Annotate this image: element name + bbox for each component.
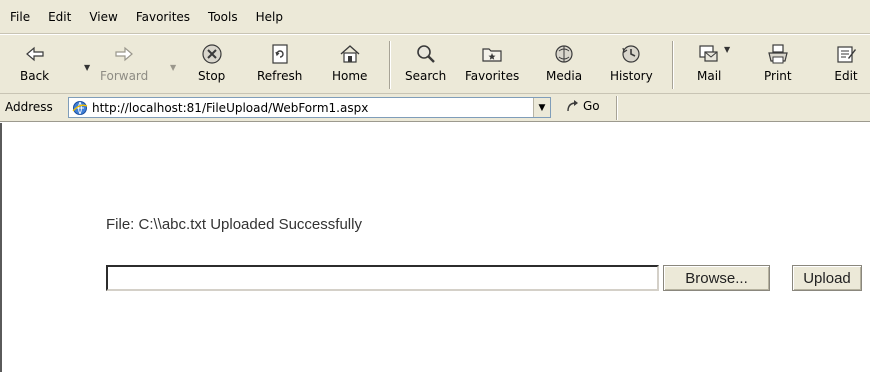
refresh-button[interactable]: Refresh (257, 38, 302, 92)
menu-favorites[interactable]: Favorites (136, 10, 190, 24)
go-button[interactable]: Go (565, 98, 600, 114)
menu-help[interactable]: Help (256, 10, 283, 24)
menu-view[interactable]: View (89, 10, 117, 24)
favorites-label: Favorites (465, 69, 520, 83)
mail-button[interactable]: Mail (697, 38, 721, 92)
home-label: Home (332, 69, 368, 83)
back-button[interactable]: Back (20, 38, 49, 92)
ie-page-icon (72, 100, 88, 115)
media-icon (555, 45, 573, 63)
edit-page-icon (837, 46, 856, 63)
browse-button[interactable]: Browse... (663, 265, 770, 291)
forward-label: Forward (100, 69, 149, 83)
search-label: Search (405, 69, 447, 83)
home-button[interactable]: Home (332, 38, 367, 92)
address-label: Address (5, 100, 53, 114)
address-url: http://localhost:81/FileUpload/WebForm1.… (92, 100, 369, 115)
search-button[interactable]: Search (405, 38, 446, 92)
upload-status-message: File: C:\\abc.txt Uploaded Successfully (106, 216, 362, 233)
media-label: Media (546, 69, 583, 83)
toolbar-separator (672, 41, 674, 89)
upload-button[interactable]: Upload (792, 265, 862, 291)
mail-label: Mail (697, 69, 722, 83)
media-button[interactable]: Media (546, 38, 582, 92)
refresh-label: Refresh (257, 69, 303, 83)
favorites-button[interactable]: Favorites (465, 38, 519, 92)
forward-dropdown-icon[interactable]: ▼ (170, 63, 176, 72)
address-separator (616, 96, 618, 120)
go-arrow-icon (567, 100, 578, 112)
edit-button[interactable]: Edit (834, 38, 858, 92)
go-label: Go (583, 99, 600, 113)
menu-file[interactable]: File (10, 10, 30, 24)
print-label: Print (764, 69, 792, 83)
back-arrow-icon (25, 46, 44, 62)
stop-icon (202, 44, 222, 64)
forward-button[interactable]: Forward (100, 38, 148, 92)
menu-bar: File Edit View Favorites Tools Help (0, 0, 870, 34)
history-icon (622, 45, 640, 63)
page-content: File: C:\\abc.txt Uploaded Successfully … (0, 123, 870, 372)
address-bar: Address http://localhost:81/FileUpload/W… (0, 94, 870, 122)
history-button[interactable]: History (610, 38, 653, 92)
forward-arrow-icon (115, 46, 134, 62)
printer-icon (768, 44, 788, 64)
favorites-folder-icon (482, 48, 502, 62)
menu-edit[interactable]: Edit (48, 10, 71, 24)
edit-label: Edit (834, 69, 858, 83)
refresh-icon (272, 44, 288, 64)
address-input[interactable]: http://localhost:81/FileUpload/WebForm1.… (68, 97, 551, 118)
mail-dropdown-icon[interactable]: ▼ (724, 45, 730, 54)
stop-label: Stop (198, 69, 226, 83)
search-icon (416, 45, 435, 63)
print-button[interactable]: Print (764, 38, 792, 92)
back-label: Back (20, 69, 50, 83)
back-dropdown-icon[interactable]: ▼ (84, 63, 90, 72)
home-icon (340, 45, 360, 63)
history-label: History (610, 69, 653, 83)
standard-toolbar: Back ▼ Forward ▼ Stop Refresh Home Searc… (0, 34, 870, 94)
menu-tools[interactable]: Tools (208, 10, 238, 24)
file-path-input[interactable] (106, 265, 659, 291)
toolbar-separator (389, 41, 391, 89)
address-dropdown-icon[interactable]: ▼ (533, 98, 550, 117)
mail-icon (699, 45, 718, 62)
stop-button[interactable]: Stop (198, 38, 225, 92)
